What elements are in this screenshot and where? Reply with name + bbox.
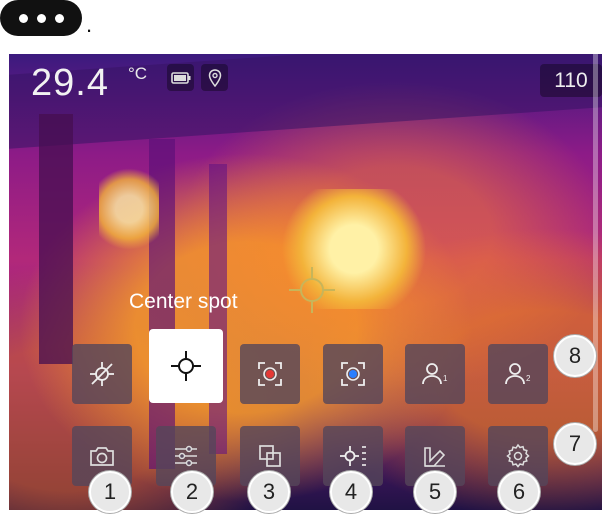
gear-icon — [506, 443, 530, 468]
scrollbar[interactable] — [593, 52, 598, 432]
center-crosshair-icon — [289, 267, 335, 313]
cold-spot-icon — [341, 362, 365, 386]
callout-4: 4 — [330, 471, 372, 513]
no-measurement-button[interactable] — [72, 344, 132, 404]
temperature-unit: °C — [128, 64, 148, 83]
callout-7: 7 — [554, 423, 596, 465]
svg-text:2: 2 — [526, 374, 531, 383]
user-preset-2-button[interactable]: 2 — [488, 344, 548, 404]
location-icon — [201, 64, 228, 91]
callout-5: 5 — [414, 471, 456, 513]
user-1-icon: 1 — [422, 363, 448, 385]
hot-spot-button[interactable] — [240, 344, 300, 404]
instruction-area: . — [0, 0, 602, 46]
center-spot-icon — [171, 351, 201, 381]
more-options-icon — [0, 0, 82, 36]
callout-3: 3 — [248, 471, 290, 513]
thermal-camera-screen: 29.4 °C 110 Center spot 1 2 — [9, 54, 602, 510]
dark-post-left — [39, 114, 73, 364]
warm-region-left — [99, 164, 159, 254]
callout-2: 2 — [171, 471, 213, 513]
user-preset-1-button[interactable]: 1 — [405, 344, 465, 404]
battery-icon — [167, 64, 194, 91]
callout-8: 8 — [554, 335, 596, 377]
sentence-end: . — [86, 12, 93, 37]
temperature-reading: 29.4 — [31, 62, 109, 104]
svg-text:1: 1 — [443, 374, 448, 383]
camera-icon — [90, 447, 114, 466]
measurement-icon — [340, 446, 366, 466]
overlay-icon — [259, 445, 281, 467]
sliders-icon — [175, 445, 197, 467]
callout-6: 6 — [498, 471, 540, 513]
callout-1: 1 — [89, 471, 131, 513]
palette-icon — [424, 447, 446, 467]
cold-spot-button[interactable] — [323, 344, 383, 404]
center-spot-button[interactable] — [149, 329, 223, 403]
hot-spot-icon — [258, 362, 282, 386]
user-2-icon: 2 — [505, 363, 531, 385]
tooltip-label: Center spot — [129, 290, 238, 313]
no-spot-icon — [90, 362, 114, 386]
